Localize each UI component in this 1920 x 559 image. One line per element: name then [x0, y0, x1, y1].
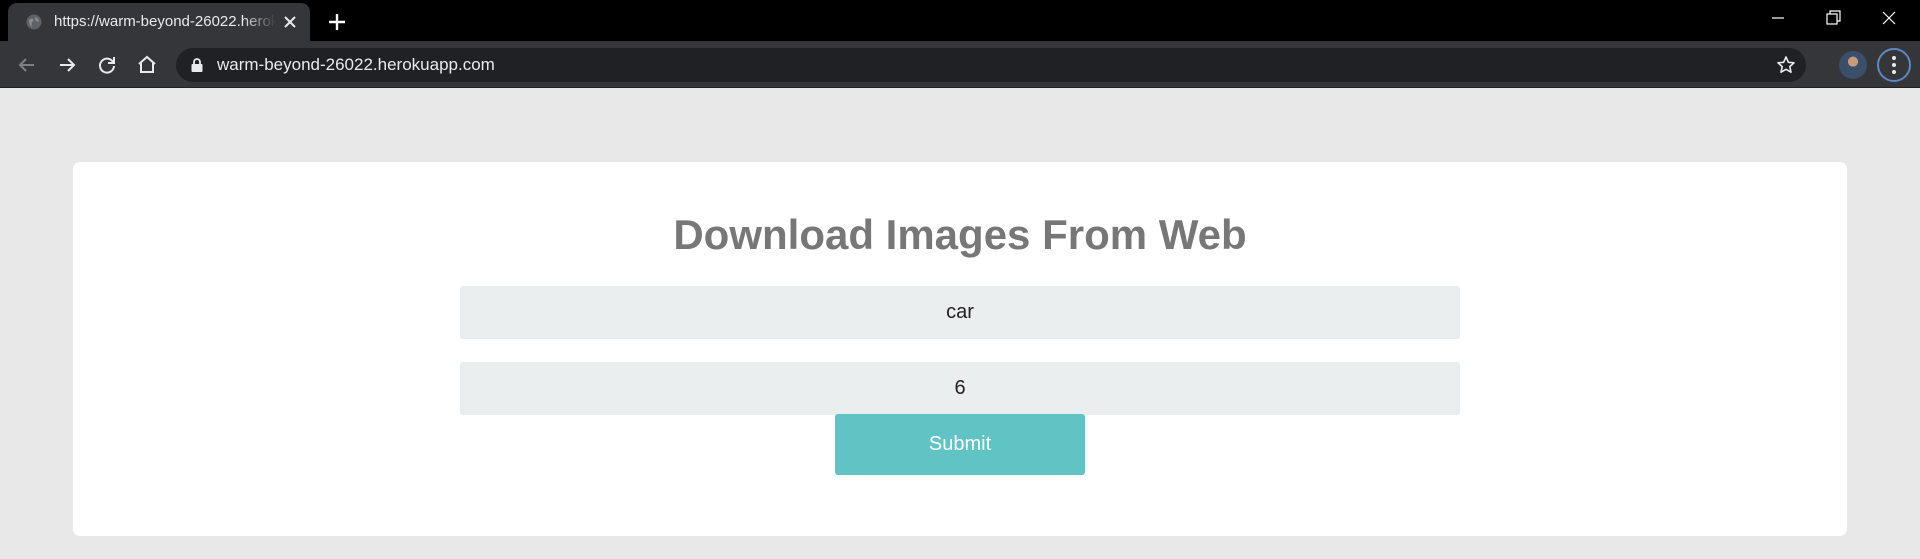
window-close-icon[interactable]: [1874, 6, 1904, 30]
address-url[interactable]: warm-beyond-26022.herokuapp.com: [217, 55, 495, 75]
lock-icon[interactable]: [190, 57, 204, 73]
tab-title: https://warm-beyond-26022.herokuapp.com: [54, 13, 276, 30]
browser-tab[interactable]: https://warm-beyond-26022.herokuapp.com: [8, 3, 310, 41]
close-icon[interactable]: [282, 14, 298, 30]
browser-toolbar: warm-beyond-26022.herokuapp.com: [0, 41, 1920, 88]
minimize-icon[interactable]: [1763, 6, 1793, 30]
kebab-menu-icon: [1892, 56, 1896, 74]
page-title: Download Images From Web: [673, 211, 1247, 258]
form-card: Download Images From Web Submit: [73, 162, 1847, 536]
restore-icon[interactable]: [1818, 6, 1848, 30]
avatar[interactable]: [1839, 51, 1867, 79]
globe-icon: [26, 14, 42, 30]
arrow-right-icon[interactable]: [54, 52, 80, 78]
search-query-input[interactable]: [460, 286, 1460, 339]
arrow-left-icon[interactable]: [14, 52, 40, 78]
reload-icon[interactable]: [94, 52, 120, 78]
browser-title-bar: https://warm-beyond-26022.herokuapp.com: [0, 0, 1920, 41]
page-content: Download Images From Web Submit: [0, 89, 1920, 559]
star-icon[interactable]: [1776, 55, 1796, 75]
submit-button[interactable]: Submit: [835, 414, 1085, 475]
image-count-input[interactable]: [460, 362, 1460, 415]
home-icon[interactable]: [134, 52, 160, 78]
plus-icon[interactable]: [325, 10, 349, 34]
browser-menu-button[interactable]: [1877, 48, 1911, 82]
address-bar[interactable]: warm-beyond-26022.herokuapp.com: [176, 48, 1806, 82]
